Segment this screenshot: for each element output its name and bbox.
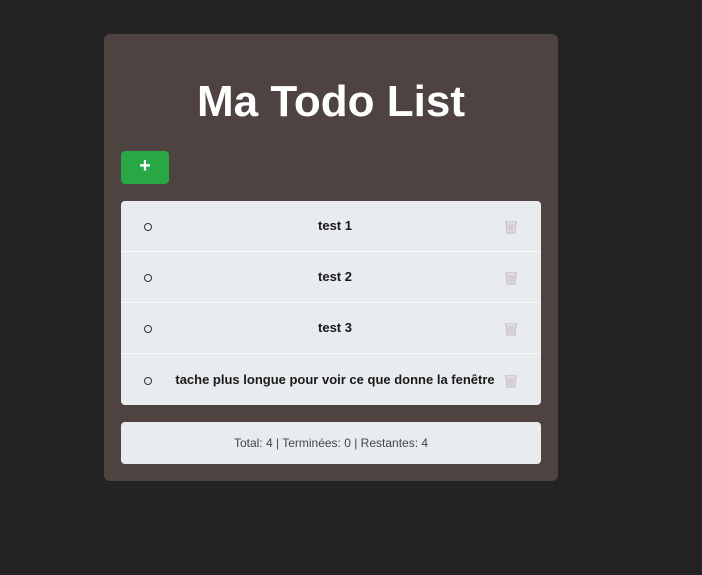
checkbox-circle-icon[interactable] (144, 223, 152, 231)
list-item: test 1 (121, 201, 541, 252)
trash-icon[interactable] (503, 270, 519, 286)
todo-label: tache plus longue pour voir ce que donne… (175, 372, 495, 387)
add-task-button[interactable]: + (121, 151, 169, 184)
trash-icon[interactable] (503, 321, 519, 337)
list-item: test 2 (121, 252, 541, 303)
todo-summary: Total: 4 | Terminées: 0 | Restantes: 4 (121, 422, 541, 464)
todo-label: test 3 (318, 320, 352, 335)
todo-label: test 1 (318, 218, 352, 233)
todo-list: test 1 test 2 test 3 tache plus longue p… (121, 201, 541, 405)
todo-label: test 2 (318, 269, 352, 284)
checkbox-circle-icon[interactable] (144, 274, 152, 282)
list-item: tache plus longue pour voir ce que donne… (121, 354, 541, 405)
checkbox-circle-icon[interactable] (144, 377, 152, 385)
page-title: Ma Todo List (196, 77, 466, 126)
todo-card: Ma Todo List + test 1 test 2 test 3 tach… (104, 34, 558, 481)
list-item: test 3 (121, 303, 541, 354)
checkbox-circle-icon[interactable] (144, 325, 152, 333)
trash-icon[interactable] (503, 373, 519, 389)
trash-icon[interactable] (503, 219, 519, 235)
